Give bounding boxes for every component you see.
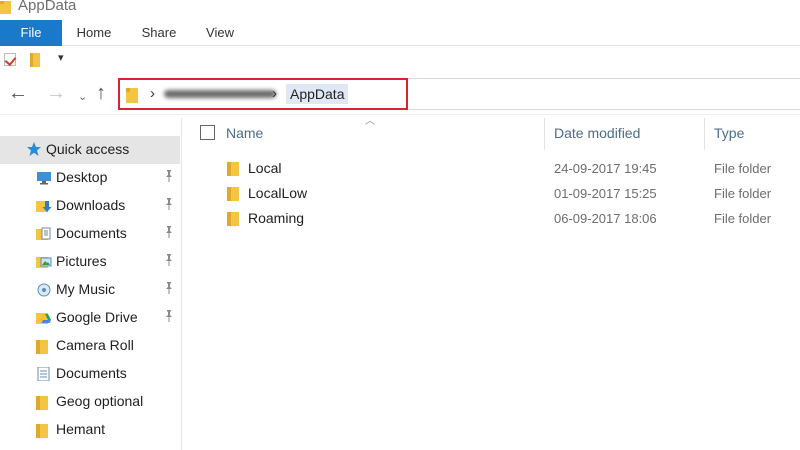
sidebar-item-label: Quick access: [46, 141, 130, 157]
pin-icon[interactable]: [164, 226, 174, 241]
star-icon: [26, 141, 42, 162]
sidebar-item-hemant[interactable]: Hemant: [0, 416, 182, 444]
documents-icon: [36, 366, 52, 386]
tab-share[interactable]: Share: [136, 20, 182, 46]
tab-file[interactable]: File: [0, 20, 62, 46]
customize-toolbar-icon[interactable]: ▾: [58, 51, 64, 64]
sidebar-item-google-drive[interactable]: Google Drive: [0, 304, 182, 332]
sidebar-item-label: Camera Roll: [56, 337, 134, 353]
file-list: ︿ Name Date modified Type Local 24-09-20…: [183, 116, 800, 450]
file-name: Roaming: [248, 210, 305, 226]
file-name: Local: [248, 160, 282, 176]
column-divider[interactable]: [704, 118, 705, 150]
address-bar-empty-area[interactable]: [408, 78, 800, 110]
file-type: File folder: [714, 211, 772, 226]
folder-icon: [36, 395, 48, 415]
forward-arrow-icon[interactable]: →: [46, 83, 66, 103]
sidebar-item-desktop[interactable]: Desktop: [0, 164, 182, 192]
recent-locations-icon[interactable]: ⌄: [78, 87, 87, 107]
folder-icon: [36, 423, 48, 443]
tab-home[interactable]: Home: [72, 20, 116, 46]
sidebar-item-quick-access[interactable]: Quick access: [0, 136, 180, 164]
column-divider[interactable]: [544, 118, 545, 150]
sidebar-item-documents[interactable]: Documents: [0, 220, 182, 248]
sidebar-item-documents-2[interactable]: Documents: [0, 360, 182, 388]
breadcrumb-current[interactable]: AppData: [286, 84, 349, 104]
documents-icon: [36, 227, 52, 246]
file-date: 01-09-2017 15:25: [554, 186, 657, 201]
sidebar-item-label: Downloads: [56, 197, 126, 213]
sidebar-item-label: Hemant: [56, 421, 106, 437]
folder-icon: [36, 339, 48, 359]
pin-icon[interactable]: [164, 282, 174, 297]
desktop-icon: [36, 171, 52, 190]
folder-icon: [227, 211, 239, 231]
pictures-icon: [36, 255, 52, 274]
file-date: 06-09-2017 18:06: [554, 211, 657, 226]
sidebar-item-label: Desktop: [56, 169, 108, 185]
pin-icon[interactable]: [164, 170, 174, 185]
properties-check-icon[interactable]: [4, 53, 16, 66]
navigation-bar: ← → ⌄ ↑ › › AppData: [0, 75, 800, 115]
folder-icon: [227, 161, 239, 181]
pin-icon[interactable]: [164, 198, 174, 213]
back-arrow-icon[interactable]: ←: [8, 83, 28, 103]
file-name: LocalLow: [248, 185, 308, 201]
select-all-checkbox[interactable]: [200, 125, 215, 140]
file-type: File folder: [714, 186, 772, 201]
google-drive-icon: [36, 311, 52, 330]
sidebar-item-geog-optional[interactable]: Geog optional: [0, 388, 182, 416]
file-row-roaming[interactable]: Roaming 06-09-2017 18:06 File folder: [183, 207, 800, 231]
breadcrumb-separator[interactable]: ›: [150, 85, 155, 102]
downloads-icon: [36, 199, 52, 218]
sidebar-item-label: Documents: [56, 365, 127, 381]
file-row-local[interactable]: Local 24-09-2017 19:45 File folder: [183, 157, 800, 181]
new-folder-icon[interactable]: [30, 53, 40, 67]
sidebar-item-downloads[interactable]: Downloads: [0, 192, 182, 220]
sidebar-item-my-music[interactable]: My Music: [0, 276, 182, 304]
sidebar-item-camera-roll[interactable]: Camera Roll: [0, 332, 182, 360]
tab-view[interactable]: View: [198, 20, 242, 46]
address-bar[interactable]: › › AppData: [118, 78, 408, 110]
sidebar-item-pictures[interactable]: Pictures: [0, 248, 182, 276]
column-header-name[interactable]: Name: [226, 125, 263, 141]
column-header-type[interactable]: Type: [714, 125, 744, 141]
sidebar-item-label: Documents: [56, 225, 127, 241]
sidebar-item-label: Geog optional: [56, 393, 144, 409]
music-icon: [36, 283, 52, 302]
folder-icon: [126, 87, 138, 103]
pin-icon[interactable]: [164, 254, 174, 269]
file-type: File folder: [714, 161, 772, 176]
ribbon-tabs: File Home Share View: [0, 20, 800, 46]
navigation-pane: Quick access Desktop Downloads Documents: [0, 118, 182, 450]
file-row-locallow[interactable]: LocalLow 01-09-2017 15:25 File folder: [183, 182, 800, 206]
folder-icon: [227, 186, 239, 206]
pin-icon[interactable]: [164, 310, 174, 325]
blurred-username[interactable]: [164, 90, 276, 98]
title-bar: AppData: [0, 0, 800, 18]
sidebar-item-label: My Music: [56, 281, 116, 297]
sidebar-item-label: Google Drive: [56, 309, 138, 325]
sidebar-item-label: Pictures: [56, 253, 107, 269]
column-header-date-modified[interactable]: Date modified: [554, 125, 640, 141]
quick-access-toolbar: ▾: [0, 47, 800, 71]
sort-ascending-icon: ︿: [365, 116, 375, 127]
up-arrow-icon[interactable]: ↑: [96, 83, 106, 103]
breadcrumb-separator[interactable]: ›: [272, 85, 277, 102]
folder-icon: [0, 0, 11, 14]
file-date: 24-09-2017 19:45: [554, 161, 657, 176]
window-title: AppData: [18, 0, 77, 14]
